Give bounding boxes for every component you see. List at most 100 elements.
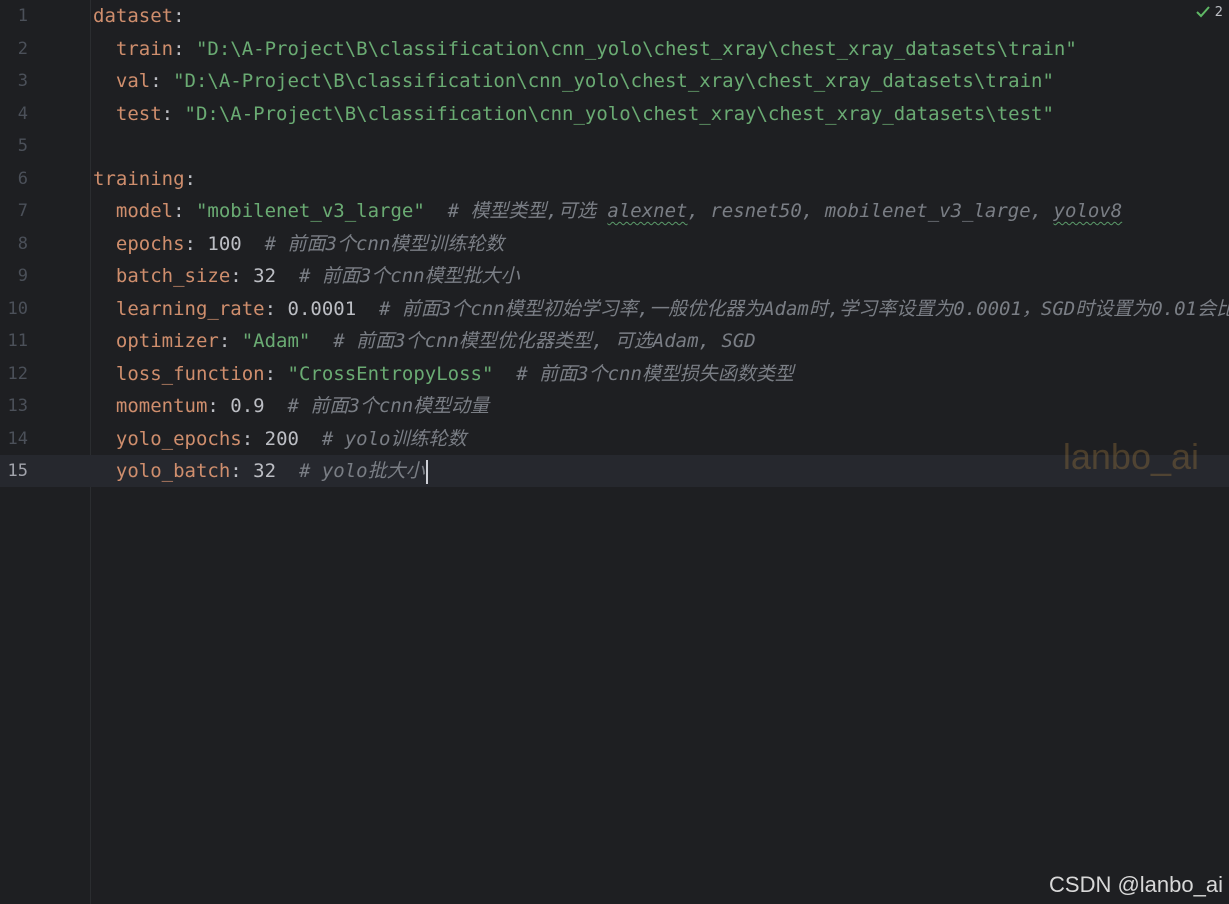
code-line[interactable]: 3 val: "D:\A-Project\B\classification\cn… (0, 65, 1229, 97)
code-line[interactable]: 15 yolo_batch: 32 # yolo批大小 (0, 455, 1229, 487)
line-number: 8 (17, 233, 28, 254)
comment: # 前面3个cnn模型损失函数类型 (493, 362, 794, 385)
yaml-key: optimizer (115, 330, 219, 352)
comment: # 前面3个cnn模型初始学习率,一般优化器为Adam时,学习率设置为0.000… (356, 297, 1229, 320)
line-number: 13 (7, 396, 28, 416)
colon: : (150, 70, 174, 92)
yaml-key: yolo_batch (115, 460, 231, 482)
code-text: dataset: (93, 0, 185, 32)
line-number: 5 (17, 136, 28, 156)
code-text: test: "D:\A-Project\B\classification\cnn… (93, 98, 1054, 130)
code-text: model: "mobilenet_v3_large" # 模型类型,可选 al… (93, 195, 1122, 227)
colon: : (173, 200, 196, 222)
credit-text: CSDN @lanbo_ai (1049, 872, 1223, 897)
watermark: lanbo_ai (1062, 436, 1199, 477)
code-text: momentum: 0.9 # 前面3个cnn模型动量 (93, 390, 489, 422)
yaml-value: "D:\A-Project\B\classification\cnn_yolo\… (195, 37, 1077, 60)
line-number: 7 (17, 201, 28, 221)
text-caret (425, 459, 428, 484)
line-number: 9 (17, 266, 28, 286)
comment: # 前面3个cnn模型训练轮数 (241, 232, 505, 255)
yaml-key: model (115, 200, 174, 222)
colon: : (241, 427, 265, 450)
colon: : (184, 232, 208, 255)
code-line[interactable]: 9 batch_size: 32 # 前面3个cnn模型批大小 (0, 260, 1229, 292)
yaml-key: batch_size (115, 265, 231, 287)
code-text: train: "D:\A-Project\B\classification\cn… (93, 33, 1077, 65)
code-text: yolo_epochs: 200 # yolo训练轮数 (93, 423, 467, 455)
line-number: 1 (17, 6, 28, 26)
comment: # 模型类型,可选 (424, 200, 608, 222)
code-line[interactable]: 2 train: "D:\A-Project\B\classification\… (0, 33, 1229, 65)
code-line[interactable]: 6 training: (0, 163, 1229, 195)
spelling-warning: alexnet (607, 200, 688, 222)
code-line[interactable]: 13 momentum: 0.9 # 前面3个cnn模型动量 (0, 390, 1229, 422)
colon: : (230, 460, 254, 482)
code-line[interactable]: 12 loss_function: "CrossEntropyLoss" # 前… (0, 358, 1229, 390)
yaml-value: "mobilenet_v3_large" (195, 200, 425, 222)
code-editor[interactable]: 2 1 dataset: 2 train: "D:\A-Project\B\clas… (0, 0, 1229, 904)
code-text: optimizer: "Adam" # 前面3个cnn模型优化器类型, 可选Ad… (93, 325, 756, 357)
code-line[interactable]: 4 test: "D:\A-Project\B\classification\c… (0, 98, 1229, 130)
line-number: 6 (17, 168, 28, 189)
yaml-value: "CrossEntropyLoss" (287, 362, 494, 385)
yaml-value: "D:\A-Project\B\classification\cnn_yolo\… (184, 102, 1054, 125)
line-number: 10 (7, 298, 28, 319)
code-line[interactable]: 11 optimizer: "Adam" # 前面3个cnn模型优化器类型, 可… (0, 325, 1229, 357)
yaml-key: learning_rate (115, 297, 265, 320)
comment: # 前面3个cnn模型动量 (264, 395, 490, 417)
code-text: training: (93, 163, 196, 195)
comment: # 前面3个cnn模型优化器类型, 可选Adam, SGD (310, 330, 756, 352)
code-line[interactable]: 8 epochs: 100 # 前面3个cnn模型训练轮数 (0, 228, 1229, 260)
yaml-value: "Adam" (241, 330, 311, 352)
comment: , resnet50, mobilenet_v3_large, (687, 200, 1054, 222)
line-number: 12 (7, 363, 28, 384)
code-line[interactable]: 14 yolo_epochs: 200 # yolo训练轮数 (0, 423, 1229, 455)
yaml-key: yolo_epochs (115, 427, 242, 450)
yaml-key: loss_function (115, 362, 265, 385)
comment: # yolo批大小 (276, 460, 425, 482)
colon: : (161, 102, 185, 125)
yaml-key: epochs (115, 232, 185, 255)
yaml-key: training (93, 167, 185, 190)
spelling-warning: yolov8 (1053, 200, 1123, 222)
line-number: 14 (7, 428, 28, 449)
line-number: 15 (7, 461, 28, 481)
colon: : (207, 395, 231, 417)
colon: : (173, 5, 185, 27)
code-text: epochs: 100 # 前面3个cnn模型训练轮数 (93, 228, 504, 260)
code-text: yolo_batch: 32 # yolo批大小 (93, 455, 428, 487)
comment: # yolo训练轮数 (298, 427, 467, 450)
code-line[interactable]: 1 dataset: (0, 0, 1229, 32)
yaml-key: momentum (115, 395, 208, 417)
code-line[interactable]: 10 learning_rate: 0.0001 # 前面3个cnn模型初始学习… (0, 293, 1229, 325)
yaml-value: 200 (264, 427, 299, 450)
line-number: 4 (17, 103, 28, 124)
colon: : (264, 297, 288, 320)
code-text: val: "D:\A-Project\B\classification\cnn_… (93, 65, 1054, 97)
colon: : (264, 362, 288, 385)
colon: : (173, 37, 196, 60)
yaml-key: val (115, 70, 151, 92)
yaml-key: test (115, 102, 162, 125)
yaml-value: 0.0001 (287, 297, 357, 320)
colon: : (184, 167, 196, 190)
yaml-value: "D:\A-Project\B\classification\cnn_yolo\… (173, 70, 1054, 92)
yaml-value: 32 (253, 265, 277, 287)
code-text: loss_function: "CrossEntropyLoss" # 前面3个… (93, 358, 794, 390)
comment: # 前面3个cnn模型批大小 (276, 265, 520, 287)
colon: : (218, 330, 242, 352)
yaml-value: 32 (253, 460, 277, 482)
code-line[interactable]: 7 model: "mobilenet_v3_large" # 模型类型,可选 … (0, 195, 1229, 227)
line-number: 11 (7, 331, 28, 351)
code-text: learning_rate: 0.0001 # 前面3个cnn模型初始学习率,一… (93, 293, 1229, 325)
yaml-value: 0.9 (230, 395, 265, 417)
yaml-key: dataset (93, 5, 174, 27)
line-number: 2 (17, 38, 28, 59)
yaml-value: 100 (207, 232, 242, 255)
code-text: batch_size: 32 # 前面3个cnn模型批大小 (93, 260, 520, 292)
yaml-key: train (115, 37, 174, 60)
code-line[interactable]: 5 (0, 130, 1229, 162)
line-number: 3 (17, 71, 28, 91)
colon: : (230, 265, 254, 287)
